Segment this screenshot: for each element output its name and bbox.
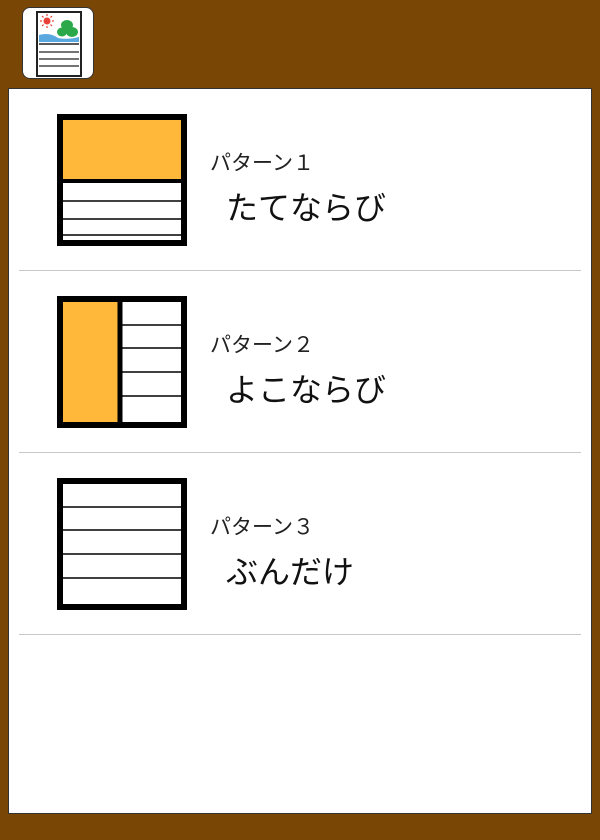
vertical-layout-icon <box>57 114 187 246</box>
karuta-card-icon <box>36 11 82 77</box>
pattern-option-1[interactable]: パターン１ たてならび <box>19 89 581 271</box>
pattern-name: よこならび <box>226 371 387 409</box>
pattern-list-panel: パターン１ たてならび パターン２ よこならび パターン３ ぶんだけ <box>8 88 592 814</box>
pattern-option-3[interactable]: パターン３ ぶんだけ <box>19 453 581 635</box>
pattern-number: パターン３ <box>210 515 314 539</box>
horizontal-layout-icon <box>57 296 187 428</box>
pattern-name: たてならび <box>226 189 387 227</box>
card-menu-button[interactable] <box>22 7 94 79</box>
pattern-number: パターン１ <box>210 151 314 175</box>
pattern-option-2[interactable]: パターン２ よこならび <box>19 271 581 453</box>
text-only-layout-icon <box>57 478 187 610</box>
pattern-number: パターン２ <box>210 333 314 357</box>
pattern-name: ぶんだけ <box>226 553 355 591</box>
